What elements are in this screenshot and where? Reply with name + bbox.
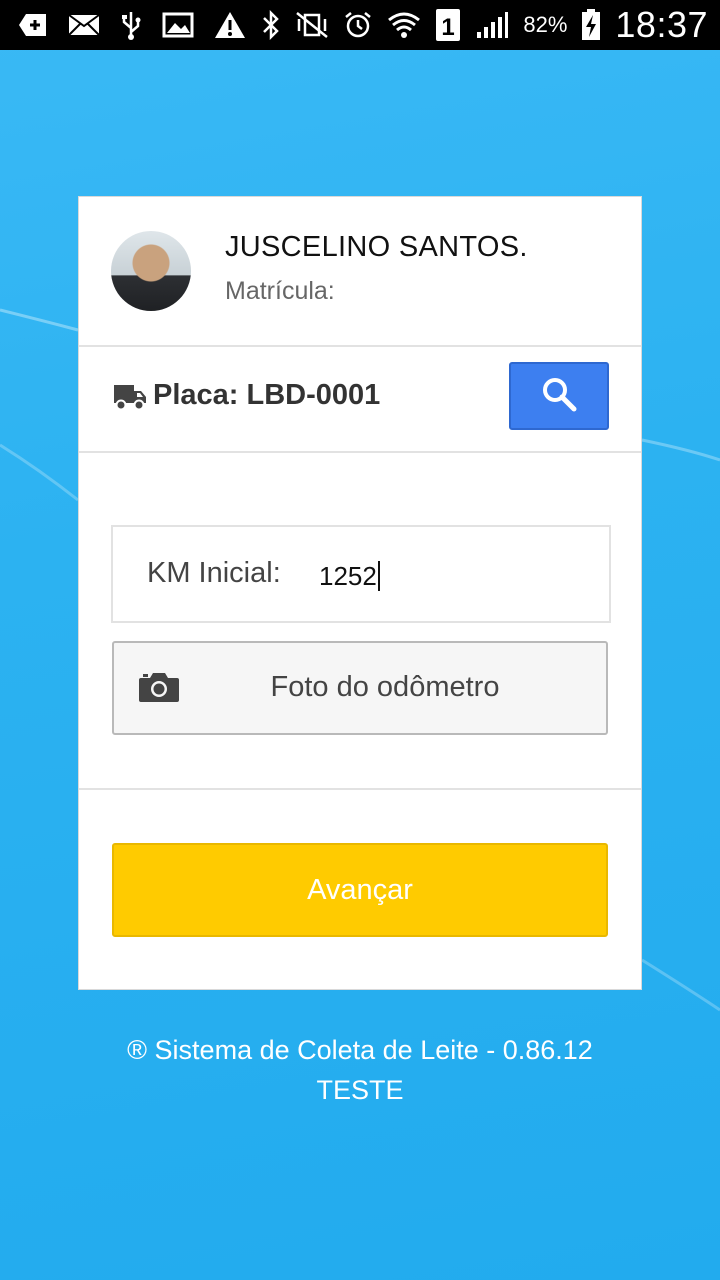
vibrate-muted-icon bbox=[295, 11, 329, 39]
plate-label: Placa: LBD-0001 bbox=[153, 379, 381, 411]
signal-icon bbox=[475, 10, 509, 40]
alarm-icon bbox=[343, 10, 373, 40]
battery-percent: 82% bbox=[523, 12, 568, 37]
km-inicial-input[interactable]: 1252 bbox=[319, 561, 380, 591]
user-name: JUSCELINO SANTOS. bbox=[225, 231, 528, 263]
odometer-photo-button[interactable]: Foto do odômetro bbox=[112, 641, 608, 735]
user-header: JUSCELINO SANTOS. Matrícula: bbox=[79, 197, 641, 347]
wifi-icon bbox=[387, 10, 421, 40]
footer: ® Sistema de Coleta de Leite - 0.86.12 T… bbox=[0, 1030, 720, 1110]
search-vehicle-button[interactable] bbox=[509, 362, 609, 430]
bluetooth-icon bbox=[261, 10, 281, 40]
advance-button[interactable]: Avançar bbox=[112, 843, 608, 937]
avatar bbox=[111, 231, 191, 311]
odometer-photo-label: Foto do odômetro bbox=[270, 671, 500, 703]
sim-slot-icon: 1 bbox=[435, 8, 461, 42]
status-bar: 1 82% 18:37 bbox=[0, 0, 720, 50]
mail-icon bbox=[68, 13, 100, 37]
km-inicial-label: KM Inicial: bbox=[147, 557, 281, 589]
usb-icon bbox=[120, 10, 142, 40]
footer-environment: TESTE bbox=[316, 1075, 404, 1105]
clock: 18:37 bbox=[615, 4, 708, 45]
search-icon bbox=[540, 375, 578, 418]
image-icon bbox=[162, 12, 194, 38]
battery-charging-icon bbox=[581, 9, 601, 41]
warning-icon bbox=[214, 11, 246, 39]
vehicle-row: Placa: LBD-0001 bbox=[79, 345, 641, 453]
footer-version: ® Sistema de Coleta de Leite - 0.86.12 bbox=[127, 1035, 593, 1065]
matricula-label: Matrícula: bbox=[225, 277, 335, 305]
divider bbox=[79, 788, 641, 790]
add-notification-icon bbox=[18, 12, 48, 38]
km-inicial-field[interactable]: KM Inicial: 1252 bbox=[111, 525, 611, 623]
sim-slot-number: 1 bbox=[442, 14, 455, 41]
login-card: JUSCELINO SANTOS. Matrícula: Placa: LBD-… bbox=[78, 196, 642, 990]
truck-icon bbox=[113, 383, 147, 416]
